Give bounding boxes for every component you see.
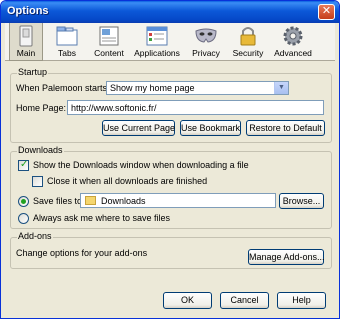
use-bookmark-button[interactable]: Use Bookmark	[180, 120, 241, 136]
close-it-checkbox[interactable]	[32, 176, 43, 187]
help-button[interactable]: Help	[277, 292, 326, 309]
options-window: Options ✕ Main Tabs Content Applications…	[0, 0, 340, 319]
switch-icon	[19, 25, 33, 47]
padlock-icon	[240, 27, 256, 46]
close-button[interactable]: ✕	[318, 4, 335, 20]
tab-privacy[interactable]: Privacy	[187, 23, 225, 61]
privacy-mask-icon	[195, 28, 217, 43]
tab-label: Security	[232, 48, 264, 58]
close-it-label: Close it when all downloads are finished	[47, 176, 208, 186]
cancel-button[interactable]: Cancel	[220, 292, 269, 309]
restore-default-button[interactable]: Restore to Default	[246, 120, 325, 136]
home-page-input[interactable]: http://www.softonic.fr/	[67, 100, 324, 115]
checkmark-icon: ✓	[20, 159, 29, 170]
save-files-radio[interactable]	[18, 196, 29, 207]
tab-applications[interactable]: Applications	[133, 23, 181, 61]
tab-label: Content	[94, 48, 124, 58]
home-page-value: http://www.softonic.fr/	[71, 103, 157, 113]
download-folder-field: Downloads	[80, 193, 276, 208]
manage-addons-button[interactable]: Manage Add-ons...	[248, 249, 325, 265]
title-bar[interactable]: Options ✕	[1, 1, 339, 23]
always-ask-radio[interactable]	[18, 213, 29, 224]
category-toolbar: Main Tabs Content Applications Privacy S…	[5, 23, 335, 61]
window-title: Options	[7, 5, 49, 17]
chevron-down-icon[interactable]: ▼	[274, 82, 288, 94]
startup-group-title: Startup	[17, 67, 49, 77]
addons-description: Change options for your add-ons	[16, 248, 148, 258]
home-page-label: Home Page:	[16, 103, 67, 113]
tab-security[interactable]: Security	[227, 23, 269, 61]
download-folder-value: Downloads	[101, 196, 146, 206]
show-downloads-label: Show the Downloads window when downloadi…	[33, 160, 249, 170]
startup-group: Startup When Palemoon starts: Show my ho…	[10, 67, 332, 143]
ok-button[interactable]: OK	[163, 292, 212, 309]
tab-advanced[interactable]: Advanced	[271, 23, 315, 61]
when-starts-label: When Palemoon starts:	[16, 83, 110, 93]
show-downloads-checkbox[interactable]: ✓	[18, 159, 29, 171]
gear-icon	[283, 26, 303, 46]
startup-dropdown-value: Show my home page	[110, 83, 195, 93]
tab-content[interactable]: Content	[89, 23, 129, 61]
browse-button[interactable]: Browse...	[279, 193, 324, 209]
use-current-page-button[interactable]: Use Current Page	[102, 120, 175, 136]
applications-icon	[146, 26, 168, 46]
tab-label: Tabs	[58, 48, 76, 58]
tab-label: Applications	[134, 48, 180, 58]
close-icon: ✕	[321, 5, 332, 17]
startup-dropdown[interactable]: Show my home page ▼	[106, 81, 289, 95]
tab-label: Main	[16, 48, 36, 58]
always-ask-label: Always ask me where to save files	[33, 213, 171, 223]
addons-group: Add-ons Change options for your add-ons …	[10, 231, 332, 269]
downloads-group: Downloads ✓ Show the Downloads window wh…	[10, 145, 332, 229]
tab-main[interactable]: Main	[9, 23, 43, 61]
tab-label: Advanced	[274, 48, 312, 58]
tab-label: Privacy	[192, 48, 220, 58]
downloads-group-title: Downloads	[17, 145, 64, 155]
content-icon	[99, 26, 119, 46]
folder-icon	[85, 196, 96, 205]
tabs-icon	[56, 26, 78, 46]
radio-dot	[21, 199, 26, 204]
save-files-label: Save files to	[33, 196, 83, 206]
tab-tabs[interactable]: Tabs	[49, 23, 85, 61]
addons-group-title: Add-ons	[17, 231, 53, 241]
